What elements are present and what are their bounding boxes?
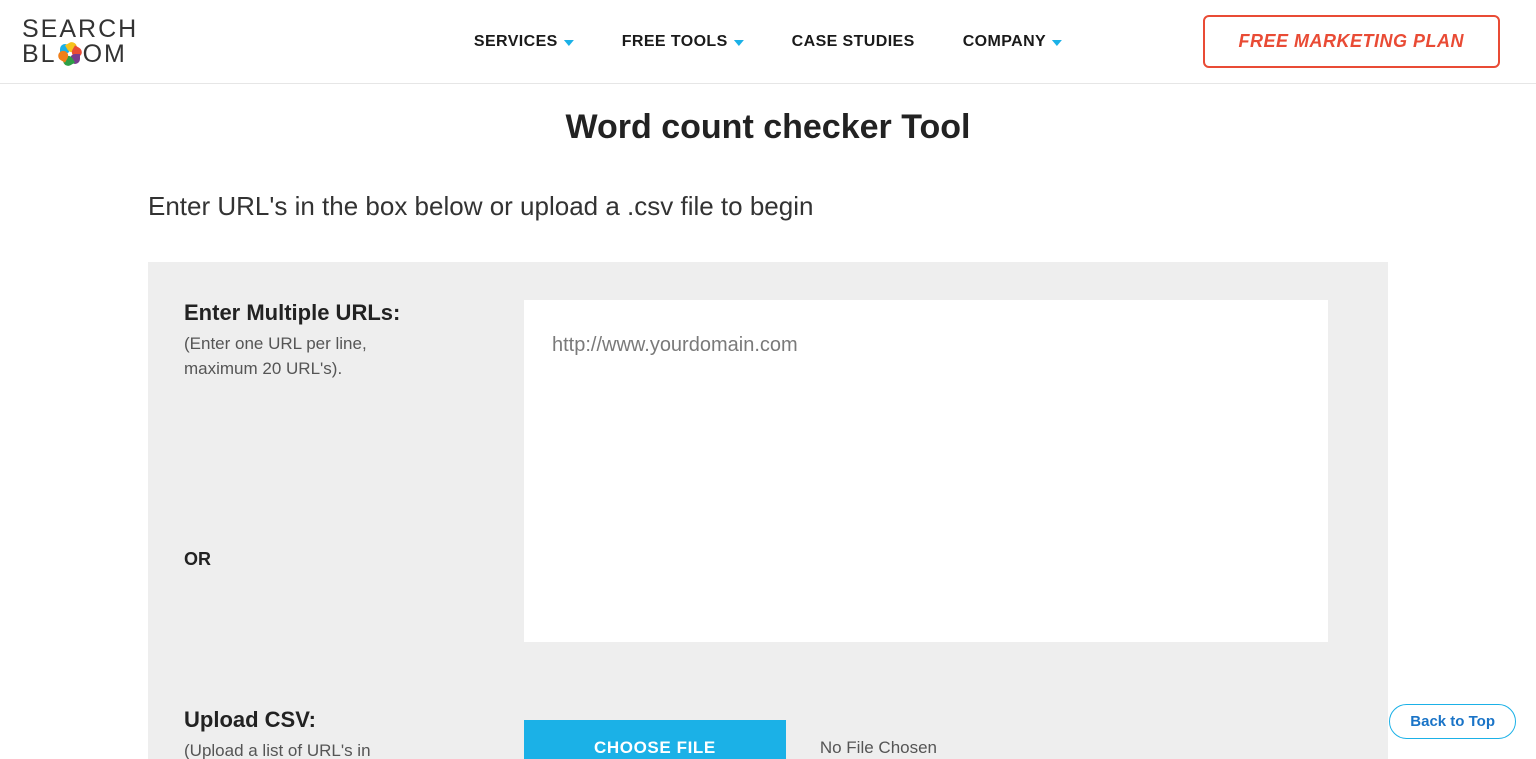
chevron-down-icon	[734, 40, 744, 46]
chevron-down-icon	[1052, 40, 1062, 46]
nav-company-label: COMPANY	[963, 33, 1046, 51]
upload-hint: (Upload a list of URL's in .CSV format).…	[184, 739, 404, 759]
primary-nav: SERVICES FREE TOOLS CASE STUDIES COMPANY	[474, 33, 1062, 51]
urls-input-col	[524, 300, 1328, 647]
nav-services-label: SERVICES	[474, 33, 558, 51]
upload-label-col: Upload CSV: (Upload a list of URL's in .…	[184, 707, 524, 759]
free-marketing-plan-button[interactable]: FREE MARKETING PLAN	[1203, 15, 1501, 68]
nav-free-tools[interactable]: FREE TOOLS	[622, 33, 744, 51]
nav-case-studies-label: CASE STUDIES	[792, 33, 915, 51]
nav-free-tools-label: FREE TOOLS	[622, 33, 728, 51]
urls-label-col: Enter Multiple URLs: (Enter one URL per …	[184, 300, 524, 647]
urls-hint: (Enter one URL per line, maximum 20 URL'…	[184, 332, 404, 381]
main-content: Word count checker Tool Enter URL's in t…	[0, 84, 1536, 759]
logo-line2b: OM	[83, 42, 127, 67]
logo-line2a: BL	[22, 42, 57, 67]
upload-action-col: CHOOSE FILE No File Chosen	[524, 707, 1328, 759]
nav-company[interactable]: COMPANY	[963, 33, 1062, 51]
flower-icon	[58, 42, 82, 66]
logo-line2: BL OM	[22, 42, 138, 67]
urls-textarea[interactable]	[524, 300, 1328, 642]
chevron-down-icon	[564, 40, 574, 46]
upload-row: Upload CSV: (Upload a list of URL's in .…	[184, 707, 1328, 759]
page-title: Word count checker Tool	[0, 108, 1536, 147]
tool-panel: Enter Multiple URLs: (Enter one URL per …	[148, 262, 1388, 759]
logo-line1: SEARCH	[22, 17, 138, 42]
urls-row: Enter Multiple URLs: (Enter one URL per …	[184, 300, 1328, 647]
top-header: SEARCH BL OM SERVICES FREE TOOLS CASE ST…	[0, 0, 1536, 84]
brand-logo[interactable]: SEARCH BL OM	[22, 17, 138, 67]
nav-services[interactable]: SERVICES	[474, 33, 574, 51]
choose-file-button[interactable]: CHOOSE FILE	[524, 720, 786, 759]
no-file-chosen-label: No File Chosen	[820, 738, 937, 758]
urls-label: Enter Multiple URLs:	[184, 300, 524, 326]
page-subtitle: Enter URL's in the box below or upload a…	[148, 191, 1348, 222]
or-label: OR	[184, 549, 524, 570]
upload-hint-text: (Upload a list of URL's in .CSV format).	[184, 741, 371, 759]
back-to-top-button[interactable]: Back to Top	[1389, 704, 1516, 739]
upload-label: Upload CSV:	[184, 707, 524, 733]
nav-case-studies[interactable]: CASE STUDIES	[792, 33, 915, 51]
